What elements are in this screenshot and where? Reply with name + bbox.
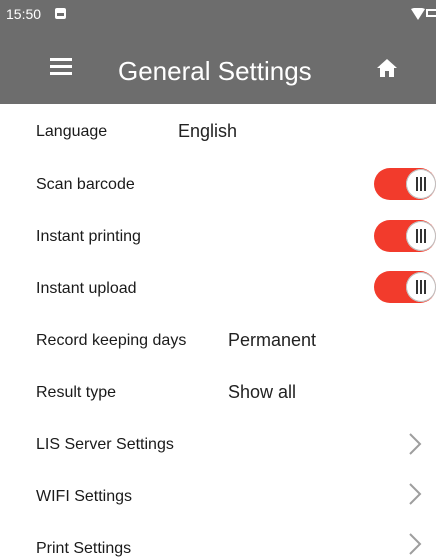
toggle-knob	[406, 272, 436, 302]
instant-printing-row: Instant printing	[0, 211, 436, 263]
record-keeping-label: Record keeping days	[36, 332, 187, 349]
wifi-settings-label: WIFI Settings	[36, 488, 133, 505]
record-keeping-row[interactable]: Record keeping days Permanent	[0, 315, 436, 367]
scan-barcode-row: Scan barcode	[0, 159, 436, 211]
battery-icon	[426, 9, 436, 17]
status-time: 15:50	[6, 6, 42, 22]
result-type-row[interactable]: Result type Show all	[0, 367, 436, 419]
wifi-settings-row[interactable]: WIFI Settings	[0, 471, 436, 523]
print-settings-row[interactable]: Print Settings	[0, 523, 436, 557]
home-icon[interactable]	[377, 59, 397, 77]
toggle-knob	[406, 221, 436, 251]
language-row[interactable]: Language English	[0, 109, 436, 161]
app-bar: General Settings	[0, 28, 436, 104]
toggle-knob	[406, 169, 436, 199]
chevron-right-icon[interactable]	[408, 433, 422, 455]
result-type-value[interactable]: Show all	[228, 381, 296, 403]
page-title: General Settings	[118, 56, 312, 86]
print-settings-label: Print Settings	[36, 540, 132, 557]
status-bar: 15:50	[0, 0, 436, 28]
instant-upload-toggle[interactable]	[374, 271, 436, 303]
chevron-right-icon[interactable]	[408, 533, 422, 555]
instant-printing-label: Instant printing	[36, 228, 141, 245]
instant-printing-toggle[interactable]	[374, 220, 436, 252]
language-label: Language	[36, 123, 108, 140]
instant-upload-row: Instant upload	[0, 263, 436, 315]
notification-icon	[55, 8, 66, 19]
lis-server-settings-row[interactable]: LIS Server Settings	[0, 419, 436, 471]
record-keeping-value[interactable]: Permanent	[228, 329, 316, 351]
result-type-label: Result type	[36, 384, 117, 401]
scan-barcode-label: Scan barcode	[36, 176, 135, 193]
chevron-right-icon[interactable]	[408, 483, 422, 505]
instant-upload-label: Instant upload	[36, 280, 137, 297]
wifi-icon	[411, 8, 425, 20]
menu-icon[interactable]	[50, 58, 72, 75]
scan-barcode-toggle[interactable]	[374, 168, 436, 200]
language-value[interactable]: English	[178, 120, 237, 142]
lis-server-settings-label: LIS Server Settings	[36, 436, 174, 453]
